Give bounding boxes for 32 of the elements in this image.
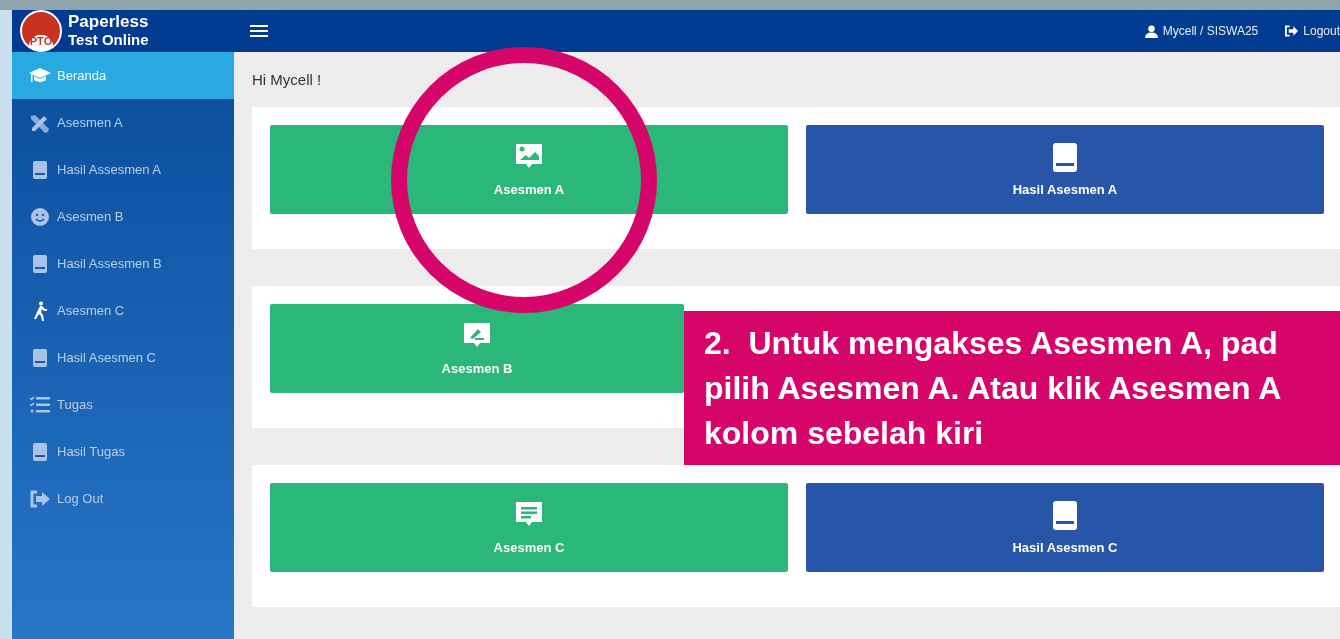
sidebar-item[interactable]: Hasil Assesmen A <box>12 146 234 193</box>
sidebar-item[interactable]: Asesmen C <box>12 287 234 334</box>
user-link[interactable]: Mycell / SISWA25 <box>1144 24 1259 38</box>
book-icon <box>1051 500 1079 531</box>
instruction-text: 2. Untuk mengakses Asesmen A, pad <box>704 324 1278 363</box>
sidebar-item[interactable]: Asesmen A <box>12 99 234 146</box>
instruction-text: pilih Asesmen A. Atau klik Asesmen A <box>704 369 1282 408</box>
book-icon <box>1051 142 1079 173</box>
logout-icon <box>29 488 51 509</box>
sidebar-item[interactable]: Hasil Tugas <box>12 428 234 475</box>
logout-icon <box>1285 25 1299 37</box>
user-icon <box>1144 24 1158 38</box>
sidebar-item[interactable]: Log Out <box>12 475 234 522</box>
menu-tile[interactable]: Hasil Asesmen A <box>806 125 1324 214</box>
pencil-ruler-icon <box>29 112 51 133</box>
greeting: Hi Mycell ! <box>252 70 323 90</box>
instruction-text: kolom sebelah kiri <box>704 414 984 453</box>
checklist-icon <box>29 394 51 415</box>
menu-tile[interactable]: Asesmen B <box>270 304 684 393</box>
sidebar-item[interactable]: Asesmen B <box>12 193 234 240</box>
logout-link[interactable]: Logout <box>1285 24 1340 38</box>
smiley-icon <box>29 206 51 227</box>
sidebar-item[interactable]: Tugas <box>12 381 234 428</box>
menu-tile[interactable]: Hasil Asesmen C <box>806 483 1324 572</box>
menu-tile[interactable]: Asesmen C <box>270 483 788 572</box>
sidebar-item[interactable]: Beranda <box>12 52 234 99</box>
menu-tile[interactable]: Asesmen A <box>270 125 788 214</box>
brand-name: Paperless <box>68 13 149 31</box>
brand-subtitle: Test Online <box>68 31 149 49</box>
menu-icon[interactable] <box>250 25 268 37</box>
sidebar-item[interactable]: Hasil Assesmen B <box>12 240 234 287</box>
sidebar-item[interactable]: Hasil Asesmen C <box>12 334 234 381</box>
